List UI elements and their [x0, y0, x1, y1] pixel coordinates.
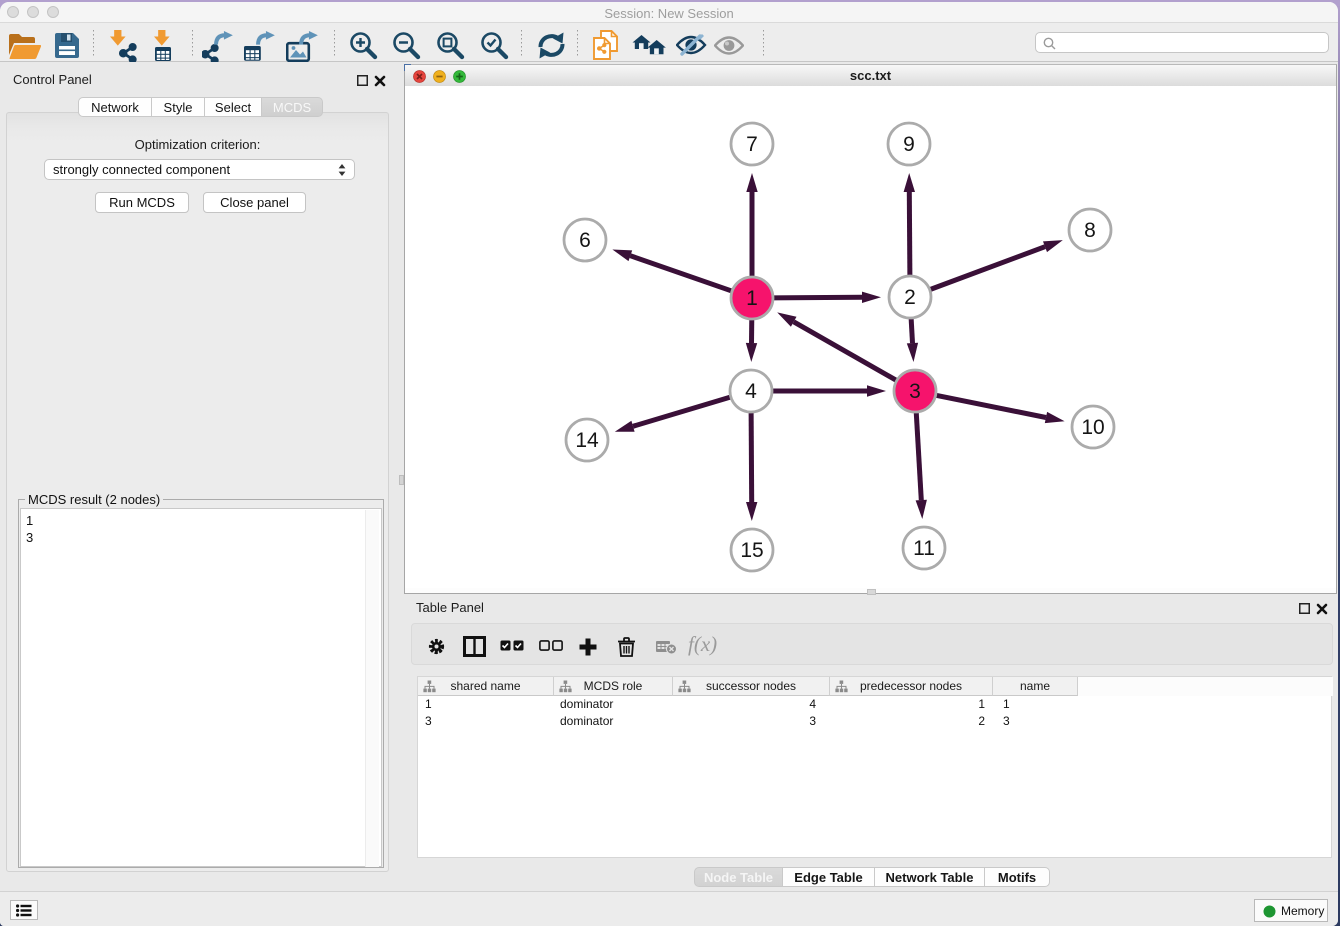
svg-text:8: 8: [1084, 219, 1096, 242]
svg-text:15: 15: [740, 539, 763, 562]
svg-text:11: 11: [913, 537, 935, 560]
svg-text:4: 4: [745, 380, 757, 403]
svg-text:10: 10: [1081, 416, 1104, 439]
svg-text:14: 14: [575, 429, 599, 452]
svg-text:7: 7: [746, 133, 758, 156]
svg-text:3: 3: [909, 380, 921, 403]
svg-text:6: 6: [579, 229, 591, 252]
svg-text:9: 9: [903, 133, 915, 156]
svg-text:1: 1: [746, 287, 758, 310]
svg-text:2: 2: [904, 286, 916, 309]
